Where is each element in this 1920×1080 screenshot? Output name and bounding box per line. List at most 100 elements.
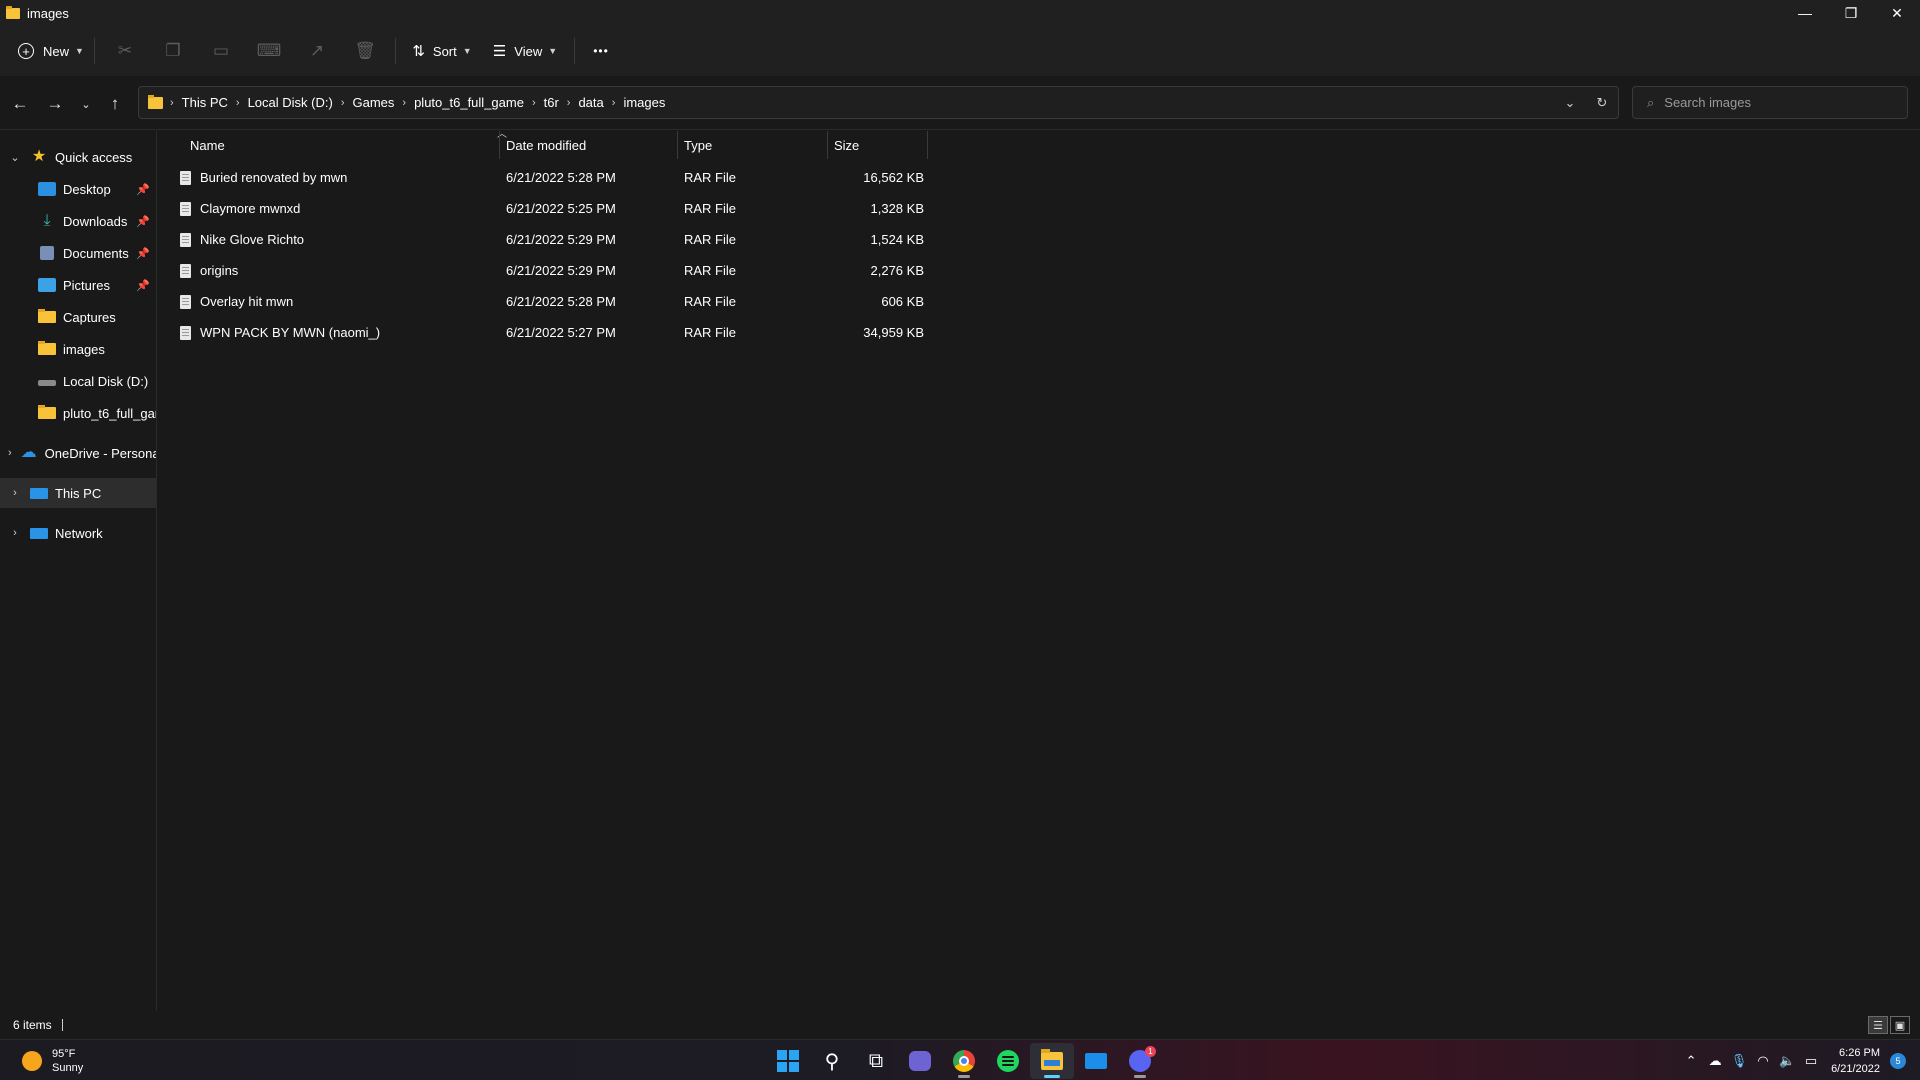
details-view-button[interactable]: ☰ <box>1868 1016 1888 1034</box>
chevron-right-icon[interactable]: › <box>341 97 345 109</box>
search-icon: ⚲ <box>824 1050 840 1073</box>
weather-widget[interactable]: 95°F Sunny <box>22 1047 83 1075</box>
rename-button[interactable]: ⌨ <box>245 33 293 69</box>
table-row[interactable]: Nike Glove Richto 6/21/2022 5:29 PM RAR … <box>172 224 1092 255</box>
history-dropdown-icon[interactable]: ⌄ <box>1554 95 1586 111</box>
task-view-button[interactable]: ⧉ <box>854 1043 898 1079</box>
command-bar: + New ▼ ✂ ❐ ▭ ⌨ ↗ 🗑 ⇅ Sort ▼ ☰ View ▼ ••… <box>0 26 1920 76</box>
chevron-right-icon[interactable]: › <box>532 97 536 109</box>
chevron-right-icon[interactable]: › <box>236 97 240 109</box>
chevron-right-icon[interactable]: › <box>612 97 616 109</box>
search-input[interactable] <box>1664 95 1885 110</box>
view-button[interactable]: ☰ View ▼ <box>482 33 568 69</box>
column-header-name[interactable]: Name <box>184 131 500 159</box>
sidebar-item-downloads[interactable]: ⤓ Downloads 📌 <box>0 206 156 236</box>
breadcrumb-data[interactable]: data <box>578 95 603 110</box>
battery-icon[interactable]: ▭ <box>1799 1053 1823 1069</box>
chevron-up-icon[interactable]: ⌃ <box>1679 1053 1703 1069</box>
breadcrumb-pluto[interactable]: pluto_t6_full_game <box>414 95 524 110</box>
up-button[interactable]: ↑ <box>103 92 127 116</box>
sidebar-item-pictures[interactable]: Pictures 📌 <box>0 270 156 300</box>
title-bar: images — ❐ ✕ <box>0 0 1920 26</box>
sidebar-item-documents[interactable]: Documents 📌 <box>0 238 156 268</box>
table-row[interactable]: Claymore mwnxd 6/21/2022 5:25 PM RAR Fil… <box>172 193 1092 224</box>
file-date: 6/21/2022 5:27 PM <box>506 325 616 340</box>
breadcrumb-games[interactable]: Games <box>353 95 395 110</box>
column-header-size[interactable]: Size <box>828 131 928 159</box>
mail-button[interactable] <box>1074 1043 1118 1079</box>
paste-button[interactable]: ▭ <box>197 33 245 69</box>
sidebar-item-pluto[interactable]: pluto_t6_full_game <box>0 398 156 428</box>
notification-count-badge[interactable]: 5 <box>1890 1052 1906 1069</box>
windows-logo-icon <box>777 1050 799 1072</box>
file-icon <box>180 263 191 278</box>
chevron-down-icon[interactable]: ⌄ <box>8 151 22 164</box>
breadcrumb-images[interactable]: images <box>623 95 665 110</box>
sidebar-item-images[interactable]: images <box>0 334 156 364</box>
table-row[interactable]: origins 6/21/2022 5:29 PM RAR File 2,276… <box>172 255 1092 286</box>
chevron-right-icon[interactable]: › <box>567 97 571 109</box>
file-type: RAR File <box>684 263 737 278</box>
layout-toggles: ☰ ▣ <box>1866 1016 1910 1034</box>
sidebar-item-desktop[interactable]: Desktop 📌 <box>0 174 156 204</box>
address-row: ← → ⌄ ↑ › This PC › Local Disk (D:) › Ga… <box>0 76 1920 130</box>
sidebar-item-quick-access[interactable]: ⌄ ★ Quick access <box>0 142 156 172</box>
recent-locations-button[interactable]: ⌄ <box>74 92 98 116</box>
chrome-button[interactable] <box>942 1043 986 1079</box>
system-tray: ⌃ ☁ 🎙 ◠ 🔈 ▭ 6:26 PM 6/21/2022 5 <box>1679 1040 1920 1080</box>
spotify-button[interactable] <box>986 1043 1030 1079</box>
sidebar-item-network[interactable]: › Network <box>0 518 156 548</box>
sidebar-item-label: Local Disk (D:) <box>63 373 149 389</box>
wifi-icon[interactable]: ◠ <box>1751 1053 1775 1069</box>
more-options-button[interactable]: ••• <box>581 33 621 69</box>
sort-button[interactable]: ⇅ Sort ▼ <box>402 33 482 69</box>
breadcrumb-t6r[interactable]: t6r <box>544 95 559 110</box>
address-bar[interactable]: › This PC › Local Disk (D:) › Games › pl… <box>138 86 1619 119</box>
sidebar-item-this-pc[interactable]: › This PC <box>0 478 156 508</box>
microphone-icon[interactable]: 🎙 <box>1727 1053 1751 1069</box>
file-size: 16,562 KB <box>863 170 924 185</box>
chevron-right-icon[interactable]: › <box>402 97 406 109</box>
close-button[interactable]: ✕ <box>1874 0 1920 26</box>
delete-button[interactable]: 🗑 <box>341 33 389 69</box>
onedrive-cloud-icon[interactable]: ☁ <box>1703 1053 1727 1069</box>
chevron-right-icon[interactable]: › <box>8 527 22 539</box>
clock[interactable]: 6:26 PM 6/21/2022 <box>1831 1045 1880 1077</box>
refresh-icon[interactable]: ↻ <box>1586 95 1618 111</box>
sidebar-item-onedrive[interactable]: › ☁ OneDrive - Personal <box>0 438 156 468</box>
table-row[interactable]: WPN PACK BY MWN (naomi_) 6/21/2022 5:27 … <box>172 317 1092 348</box>
back-button[interactable]: ← <box>8 92 32 116</box>
pin-icon: 📌 <box>136 247 150 260</box>
restore-button[interactable]: ❐ <box>1828 0 1874 26</box>
search-box[interactable]: ⌕ <box>1632 86 1908 119</box>
toolbar-separator <box>574 38 575 64</box>
minimize-button[interactable]: — <box>1782 0 1828 26</box>
forward-button[interactable]: → <box>43 92 67 116</box>
start-button[interactable] <box>766 1043 810 1079</box>
chevron-right-icon[interactable]: › <box>8 487 22 499</box>
spotify-icon <box>997 1050 1019 1072</box>
sidebar-item-local-disk[interactable]: Local Disk (D:) <box>0 366 156 396</box>
column-header-type[interactable]: Type <box>678 131 828 159</box>
chevron-right-icon[interactable]: › <box>8 447 12 459</box>
cut-button[interactable]: ✂ <box>101 33 149 69</box>
column-header-label: Date modified <box>506 137 587 153</box>
new-button[interactable]: + New ▼ <box>14 33 88 69</box>
discord-button[interactable]: 1 <box>1118 1043 1162 1079</box>
clock-time: 6:26 PM <box>1839 1046 1880 1059</box>
breadcrumb-this-pc[interactable]: This PC <box>182 95 228 110</box>
file-type: RAR File <box>684 201 737 216</box>
chevron-right-icon: › <box>170 96 174 109</box>
table-row[interactable]: Overlay hit mwn 6/21/2022 5:28 PM RAR Fi… <box>172 286 1092 317</box>
teams-chat-button[interactable] <box>898 1043 942 1079</box>
share-button[interactable]: ↗ <box>293 33 341 69</box>
column-header-date[interactable]: Date modified <box>500 131 678 159</box>
thumbnail-view-button[interactable]: ▣ <box>1890 1016 1910 1034</box>
search-button[interactable]: ⚲ <box>810 1043 854 1079</box>
sidebar-item-captures[interactable]: Captures <box>0 302 156 332</box>
file-explorer-button[interactable] <box>1030 1043 1074 1079</box>
volume-icon[interactable]: 🔈 <box>1775 1053 1799 1069</box>
copy-button[interactable]: ❐ <box>149 33 197 69</box>
table-row[interactable]: Buried renovated by mwn 6/21/2022 5:28 P… <box>172 162 1092 193</box>
breadcrumb-local-disk[interactable]: Local Disk (D:) <box>248 95 333 110</box>
